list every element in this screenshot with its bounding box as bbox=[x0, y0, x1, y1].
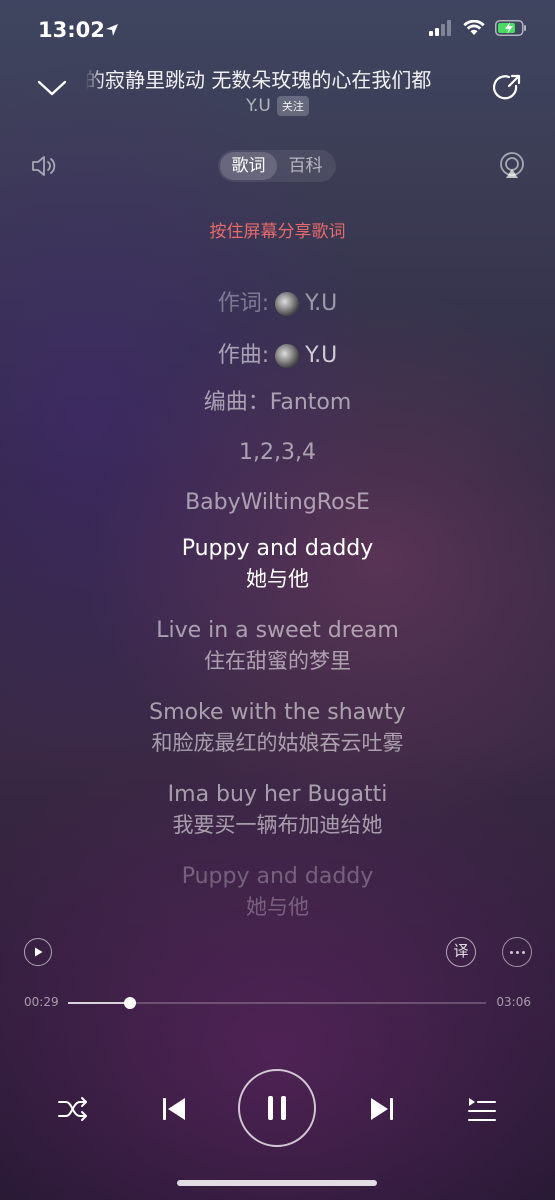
location-icon bbox=[104, 22, 120, 38]
lyricist-name: Y.U bbox=[305, 291, 338, 316]
lyric-original: Live in a sweet dream bbox=[156, 618, 399, 643]
lyric-pair: Live in a sweet dream 住在甜蜜的梦里 bbox=[0, 616, 555, 696]
current-time: 00:29 bbox=[24, 995, 59, 1009]
status-time: 13:02 bbox=[38, 18, 105, 42]
status-indicators bbox=[429, 20, 527, 36]
lyric-translation: 她与他 bbox=[246, 895, 309, 919]
lyric-original: Puppy and daddy bbox=[181, 536, 374, 561]
volume-icon[interactable] bbox=[30, 152, 60, 180]
lyricist-label: 作词: bbox=[217, 291, 270, 316]
lyric-pair: Puppy and daddy 她与他 bbox=[0, 862, 555, 942]
progress-thumb[interactable] bbox=[123, 997, 136, 1009]
total-time: 03:06 bbox=[496, 995, 531, 1009]
wifi-icon bbox=[463, 20, 485, 35]
arranger-line: 编曲：Fantom bbox=[203, 390, 352, 415]
airplay-icon[interactable] bbox=[497, 150, 527, 180]
lyric-original: Ima buy her Bugatti bbox=[167, 782, 388, 807]
play-from-line-button[interactable] bbox=[24, 938, 52, 966]
translate-button[interactable]: 译 bbox=[446, 937, 476, 967]
song-title-text: 的寂静里跳动 无数朵玫瑰的心在我们都 bbox=[85, 68, 432, 92]
lyrics-panel[interactable]: 作词: Y.U 作曲: Y.U 编曲：Fantom 1,2,3,4 BabyWi… bbox=[0, 278, 555, 942]
progress-slider[interactable] bbox=[68, 997, 486, 1009]
battery-icon bbox=[495, 20, 526, 36]
composer-avatar bbox=[275, 344, 300, 368]
artist-name[interactable]: Y.U bbox=[246, 96, 271, 116]
follow-button[interactable]: 关注 bbox=[276, 96, 309, 116]
shuffle-icon[interactable] bbox=[56, 1093, 90, 1125]
tab-wiki[interactable]: 百科 bbox=[277, 152, 334, 180]
more-icon[interactable] bbox=[502, 937, 532, 967]
composer-line: 作曲: Y.U bbox=[0, 330, 555, 382]
lyric-pair: Smoke with the shawty 和脸庞最红的姑娘吞云吐雾 bbox=[0, 698, 555, 778]
composer-label: 作曲: bbox=[217, 343, 270, 368]
composer-name: Y.U bbox=[305, 343, 338, 368]
lyric-original: Smoke with the shawty bbox=[149, 700, 406, 725]
share-lyrics-hint: 按住屏幕分享歌词 bbox=[209, 222, 346, 242]
tab-switcher: 歌词 百科 bbox=[218, 150, 336, 182]
lyricist-line: 作词: Y.U bbox=[0, 278, 555, 330]
lyric-translation: 我要买一辆布加迪给她 bbox=[172, 813, 383, 837]
previous-icon[interactable] bbox=[158, 1093, 190, 1125]
home-indicator bbox=[177, 1180, 377, 1186]
playlist-icon[interactable] bbox=[466, 1093, 498, 1125]
song-title: 的寂静里跳动 无数朵玫瑰的心在我们都 bbox=[85, 64, 465, 94]
lyricist-avatar bbox=[275, 292, 300, 316]
cellular-icon bbox=[429, 20, 451, 36]
lyric-translation: 她与他 bbox=[246, 567, 309, 591]
lyric-line: 1,2,3,4 bbox=[239, 440, 316, 465]
next-icon[interactable] bbox=[366, 1093, 398, 1125]
tab-lyrics[interactable]: 歌词 bbox=[220, 152, 277, 180]
lyric-translation: 和脸庞最红的姑娘吞云吐雾 bbox=[151, 731, 404, 755]
lyric-original: Puppy and daddy bbox=[181, 864, 374, 889]
lyric-translation: 住在甜蜜的梦里 bbox=[204, 649, 351, 673]
lyric-pair: Ima buy her Bugatti 我要买一辆布加迪给她 bbox=[0, 780, 555, 860]
artist-row: Y.U 关注 bbox=[0, 96, 555, 116]
pause-icon bbox=[268, 1096, 286, 1120]
pause-button[interactable] bbox=[238, 1069, 316, 1147]
lyric-pair-current: Puppy and daddy 她与他 bbox=[0, 534, 555, 614]
share-icon[interactable] bbox=[489, 70, 525, 106]
play-icon bbox=[35, 947, 43, 957]
lyric-line: BabyWiltingRosE bbox=[185, 490, 370, 515]
progress-fill bbox=[68, 1002, 130, 1004]
